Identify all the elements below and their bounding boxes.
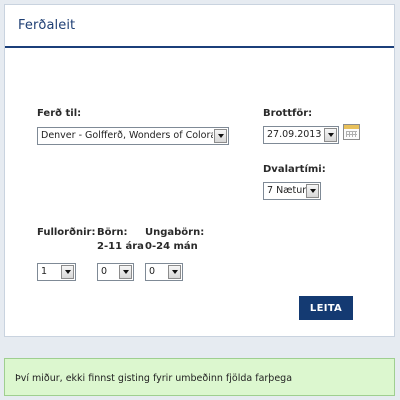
panel-header: Ferðaleit: [5, 5, 394, 48]
destination-label: Ferð til:: [37, 108, 82, 119]
no-availability-notice: Því miður, ekki finnst gisting fyrir umb…: [4, 358, 395, 396]
adults-value: 1: [41, 266, 48, 277]
infants-value: 0: [149, 266, 156, 277]
children-age-label: 2-11 ára: [97, 241, 144, 252]
destination-select[interactable]: Denver - Golfferð, Wonders of Colorado: [37, 127, 229, 145]
departure-select[interactable]: 27.09.2013: [263, 126, 339, 144]
duration-label: Dvalartími:: [263, 164, 326, 175]
destination-value: Denver - Golfferð, Wonders of Colorado: [41, 130, 213, 141]
chevron-down-icon[interactable]: [168, 265, 181, 279]
chevron-down-icon[interactable]: [324, 128, 337, 142]
calendar-icon[interactable]: [343, 124, 360, 140]
chevron-down-icon[interactable]: [119, 265, 132, 279]
children-label: Börn:: [97, 227, 128, 238]
page-title: Ferðaleit: [18, 18, 76, 33]
infants-select[interactable]: 0: [145, 263, 183, 281]
adults-select[interactable]: 1: [37, 263, 76, 281]
infants-label: Ungabörn:: [145, 227, 205, 238]
chevron-down-icon[interactable]: [61, 265, 74, 279]
departure-label: Brottför:: [263, 108, 313, 119]
departure-value: 27.09.2013: [267, 129, 322, 140]
adults-label: Fullorðnir:: [37, 227, 96, 238]
notice-message: Því miður, ekki finnst gisting fyrir umb…: [15, 373, 293, 384]
duration-value: 7 Nætur: [267, 185, 307, 196]
chevron-down-icon[interactable]: [214, 129, 227, 143]
children-value: 0: [101, 266, 108, 277]
search-panel: Ferðaleit: [4, 4, 395, 337]
children-select[interactable]: 0: [97, 263, 134, 281]
duration-select[interactable]: 7 Nætur: [263, 182, 321, 200]
search-button[interactable]: LEITA: [299, 296, 353, 320]
chevron-down-icon[interactable]: [306, 184, 319, 198]
infants-age-label: 0-24 mán: [145, 241, 198, 252]
